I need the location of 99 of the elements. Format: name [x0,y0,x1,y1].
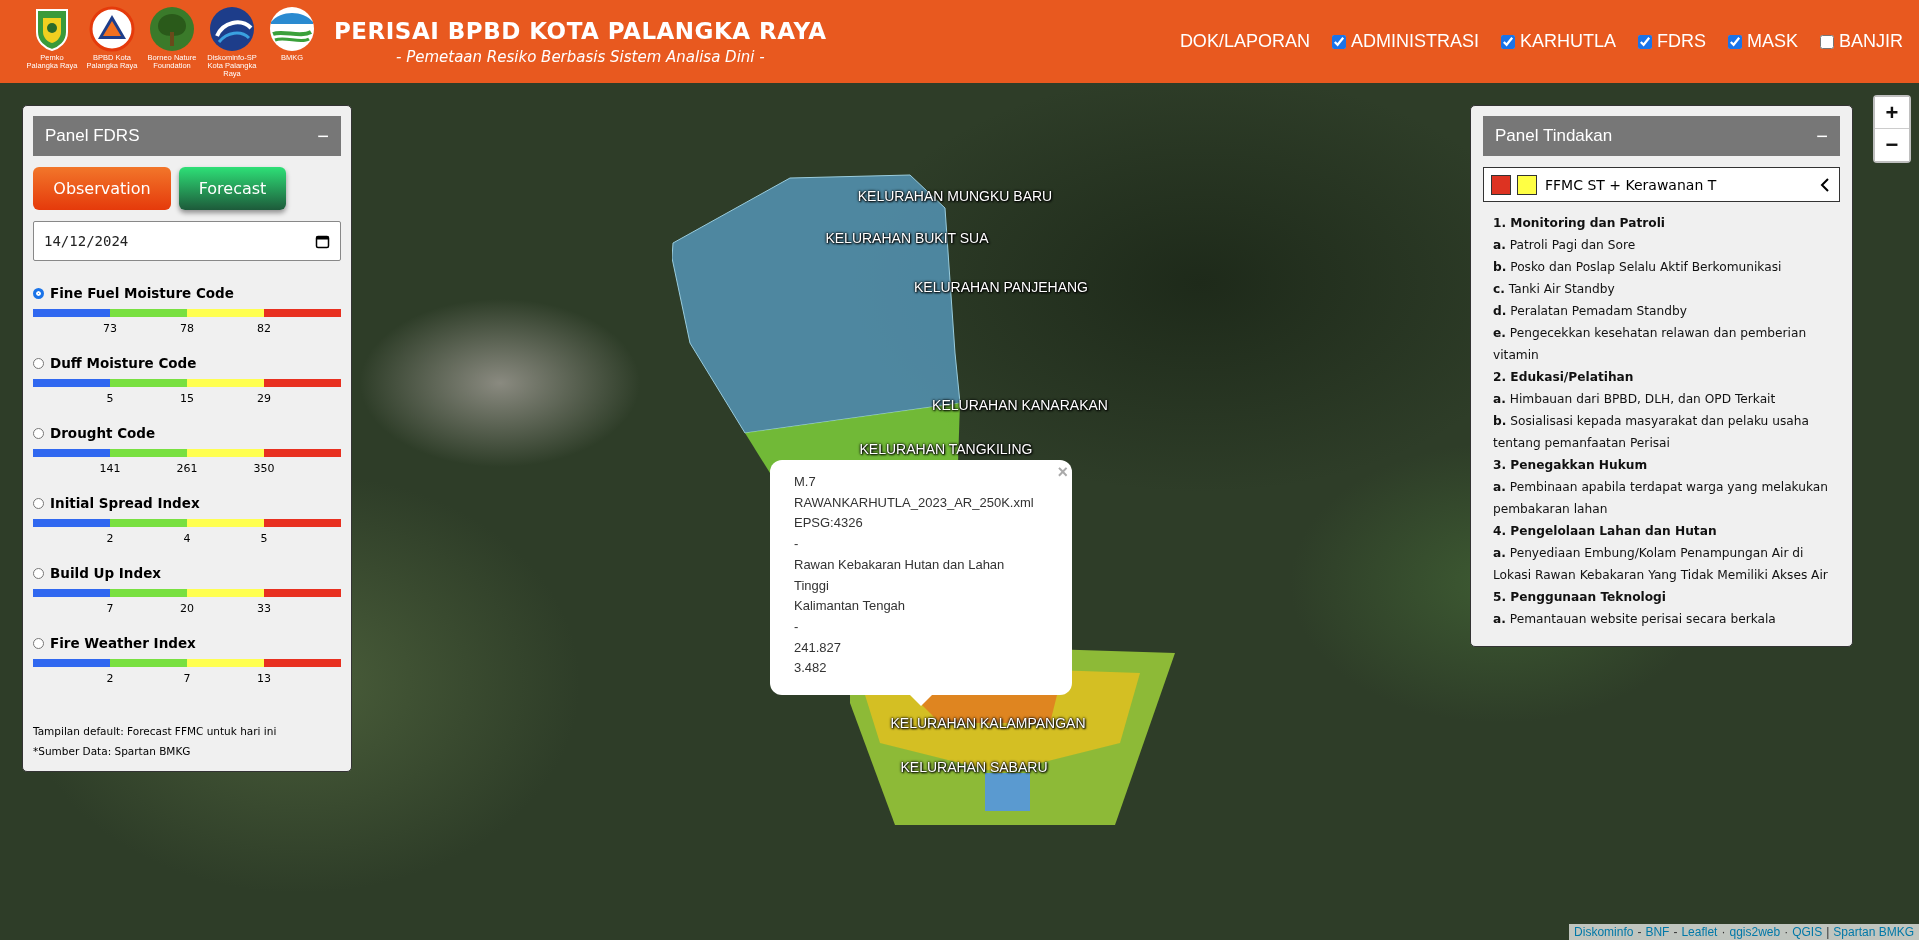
separator: · [1784,925,1789,939]
scale-tick-label: 261 [175,462,199,475]
action-item: a. Patroli Pagi dan Sore [1493,237,1637,254]
separator: - [1637,925,1642,939]
separator: · [1721,925,1726,939]
index-label[interactable]: Fire Weather Index [50,635,196,651]
observation-button[interactable]: Observation [33,167,171,210]
popup-line: RAWANKARHUTLA_2023_AR_250K.xml [794,493,1033,512]
swirl-emblem-icon [209,5,255,52]
scale-tick-label: 20 [179,602,195,615]
section-heading: 2. Edukasi/Pelatihan [1493,369,1635,386]
scale-tick-label: 5 [259,532,269,545]
layer-checkbox[interactable] [1500,34,1515,49]
scale-tick-label: 350 [252,462,276,475]
index-label[interactable]: Duff Moisture Code [50,355,197,371]
attribution-link[interactable]: qgis2web [1729,925,1781,939]
action-item: b. Posko dan Poslap Selalu Aktif Berkomunikasi [1493,259,1783,276]
layer-checkbox[interactable] [1637,34,1652,49]
layer-checkbox[interactable] [1820,34,1834,49]
index-label[interactable]: Fine Fuel Moisture Code [50,285,234,301]
action-item: a. Pemantauan website perisai secara berkala [1493,611,1777,628]
legend-selector[interactable]: FFMC ST + Kerawanan T [1483,167,1840,202]
action-item: d. Peralatan Pemadam Standby [1493,303,1688,320]
panel-note: *Sumber Data: Spartan BMKG [33,745,192,757]
close-button[interactable]: × [1057,462,1068,483]
scale-tick-label: 5 [105,392,115,405]
calendar-icon[interactable] [315,233,330,249]
attribution-link[interactable]: Diskominfo [1574,925,1634,939]
scale-tick-label: 141 [98,462,122,475]
tree-emblem-icon [149,5,195,52]
collapse-button[interactable]: − [1816,124,1828,148]
triangle-emblem-icon [89,5,135,52]
attribution-link[interactable]: Spartan BMKG [1833,925,1914,939]
scale-tick-label: 15 [179,392,195,405]
zoom-in-button[interactable]: + [1875,97,1909,129]
area-label: KELURAHAN KALAMPANGAN [890,715,1086,731]
action-item: b. Sosialisasi kepada masyarakat dan pelaku usaha tentang pemanfaatan Perisai [1493,413,1810,452]
index-label[interactable]: Initial Spread Index [50,495,200,511]
popup-line: Kalimantan Tengah [794,597,906,616]
radio-button[interactable] [33,637,44,649]
area-label: KELURAHAN SABARU [900,759,1048,775]
scale-tick-label: 4 [182,532,192,545]
scale-tick-label: 33 [256,602,272,615]
scale-tick-label: 82 [256,322,272,335]
layer-label[interactable]: BANJIR [1839,31,1903,52]
popup-line: 241.827 [794,638,841,657]
index-label[interactable]: Drought Code [50,425,156,441]
layer-label[interactable]: ADMINISTRASI [1350,31,1479,52]
radio-button[interactable] [33,427,44,439]
attribution-link[interactable]: QGIS [1792,925,1823,939]
panel-title: Panel FDRS [45,126,140,146]
radio-button[interactable] [33,497,44,509]
scale-tick-label: 2 [105,672,115,685]
popup-line: 3.482 [794,659,827,678]
panel-title: Panel Tindakan [1495,126,1613,146]
action-item: a. Penyediaan Embung/Kolam Penampungan Air di Lokasi Rawan Kebakaran Yang Tidak Memiliki Akses Air [1493,545,1829,584]
action-item: a. Pembinaan apabila terdapat warga yang melakukan pembakaran lahan [1493,479,1830,518]
scale-tick-label: 78 [179,322,195,335]
app-title: PERISAI BPBD KOTA PALANGKA RAYA [334,17,827,44]
radio-button[interactable] [33,567,44,579]
scale-tick-label: 29 [256,392,272,405]
wave-emblem-icon [269,5,315,52]
scale-tick-label: 7 [105,602,115,615]
popup-line: - [794,617,799,636]
app-subtitle: - Pemetaan Resiko Berbasis Sistem Analisa Dini - [396,47,765,66]
attribution-link[interactable]: BNF [1645,925,1670,939]
action-item: e. Pengecekkan kesehatan relawan dan pemberian vitamin [1493,325,1808,364]
layer-label[interactable]: FDRS [1656,31,1706,52]
radio-button[interactable] [33,357,44,369]
action-item: a. Himbauan dari BPBD, DLH, dan OPD Terkait [1493,391,1777,408]
popup-line: EPSG:4326 [794,514,863,533]
panel-note: Tampilan default: Forecast FFMC untuk hari ini [33,725,278,737]
section-heading: 4. Pengelolaan Lahan dan Hutan [1493,523,1718,540]
radio-button[interactable] [33,287,44,299]
layer-label[interactable]: KARHUTLA [1519,31,1616,52]
forecast-button[interactable]: Forecast [179,167,286,210]
section-heading: 3. Penegakkan Hukum [1493,457,1649,474]
date-field[interactable]: 14/12/2024 [33,221,341,261]
scale-tick-label: 7 [182,672,192,685]
scale-tick-label: 13 [256,672,272,685]
layer-checkbox[interactable] [1331,34,1346,49]
legend-label: FFMC ST + Kerawanan T [1545,176,1717,193]
layer-checkbox[interactable] [1727,34,1742,49]
chevron-left-icon[interactable] [1818,176,1832,193]
report-link[interactable]: DOK/LAPORAN [1179,31,1310,52]
attribution-link[interactable]: Leaflet [1681,925,1718,939]
scale-tick-label: 2 [105,532,115,545]
section-heading: 1. Monitoring dan Patroli [1493,215,1666,232]
section-heading: 5. Penggunaan Teknologi [1493,589,1667,606]
index-label[interactable]: Build Up Index [50,565,161,581]
separator: - [1673,925,1678,939]
scale-tick-label: 73 [102,322,118,335]
layer-label[interactable]: MASK [1746,31,1798,52]
separator: | [1826,925,1830,939]
collapse-button[interactable]: − [317,124,329,148]
popup-line: - [794,535,799,554]
action-item: c. Tanki Air Standby [1493,281,1616,298]
popup-line: Rawan Kebakaran Hutan dan Lahan Tinggi [794,555,1006,595]
popup-line: M.7 [794,473,816,491]
